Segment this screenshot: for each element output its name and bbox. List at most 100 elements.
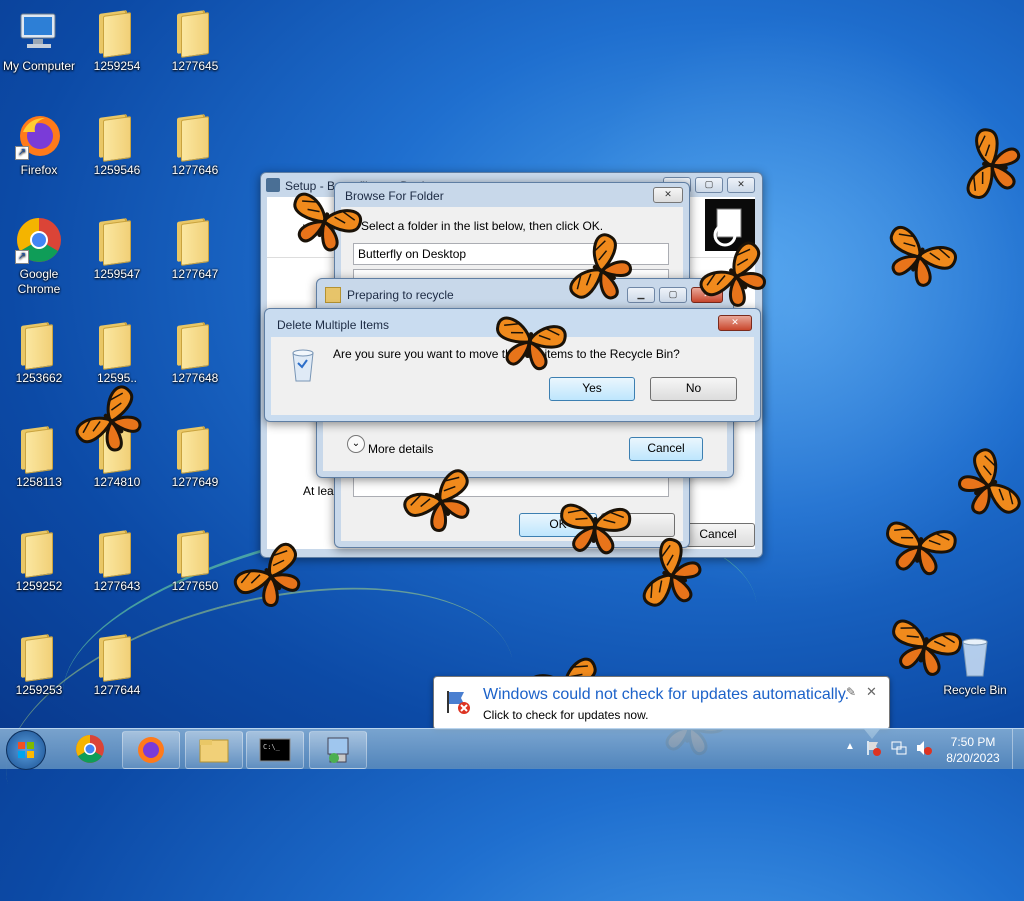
firefox-icon [138,737,164,763]
folder-icon [171,216,219,266]
folder-desktop-icon[interactable]: 1277649 [157,424,233,490]
computer-icon [15,8,63,56]
setup-cancel-button[interactable]: Cancel [681,523,755,547]
settings-wrench-icon[interactable]: ✎ [846,685,856,699]
update-notification-balloon[interactable]: Windows could not check for updates auto… [433,676,890,739]
folder-desktop-icon[interactable]: 1253662 [1,320,77,386]
butterfly-icon [948,445,1024,530]
more-details-link[interactable]: More details [368,442,433,456]
taskbar-setup-button[interactable] [309,731,367,769]
setup-app-icon [266,178,280,192]
instruction-text: Select a folder in the list below, then … [361,219,604,233]
notification-subtitle[interactable]: Click to check for updates now. [483,708,648,722]
close-button[interactable]: ✕ [691,287,723,303]
taskbar-explorer-button[interactable] [185,731,243,769]
folder-icon [15,320,63,370]
folder-icon [15,528,63,578]
desktop-icon-label: 12595.. [96,371,138,385]
show-desktop-button[interactable] [1012,729,1024,769]
desktop-icon-label: 1259253 [15,683,63,697]
folder-desktop-icon[interactable]: 1258113 [1,424,77,490]
desktop-icon-label: 1277648 [171,371,219,385]
folder-desktop-icon[interactable]: 1277645 [157,8,233,74]
folder-name-field[interactable] [353,477,669,497]
google-chrome-desktop-icon[interactable]: ↗ Google Chrome [1,216,77,297]
chrome-icon [76,735,104,763]
chrome-icon: ↗ [15,216,63,264]
close-button[interactable]: ✕ [718,315,752,331]
desktop-icon-label: Recycle Bin [943,683,1007,697]
recycle-cancel-button[interactable]: Cancel [629,437,703,461]
folder-desktop-icon[interactable]: 1274810 [79,424,155,490]
folder-desktop-icon[interactable]: 1259254 [79,8,155,74]
desktop-icon-label: 1259546 [93,163,141,177]
chevron-down-icon[interactable]: ⌄ [347,435,365,453]
browse-cancel-button[interactable] [601,513,675,537]
system-clock[interactable]: 7:50 PM 8/20/2023 [940,734,1006,766]
recycle-window-icon [325,287,341,303]
desktop-icon-label: 1259254 [93,59,141,73]
folder-desktop-icon[interactable]: 1259253 [1,632,77,698]
recycle-bin-desktop-icon[interactable]: Recycle Bin [937,632,1013,698]
delete-multiple-items-dialog[interactable]: Delete Multiple Items ✕ Are you sure you… [264,308,761,422]
maximize-button[interactable]: ▢ [695,177,723,193]
clock-date: 8/20/2023 [946,751,1000,765]
recycle-bin-icon [289,347,317,383]
taskbar-cmd-button[interactable]: C:\_ [246,731,304,769]
desktop-icon-label: 1258113 [16,475,62,489]
taskbar-firefox-button[interactable] [122,731,180,769]
my-computer-desktop-icon[interactable]: My Computer [1,8,77,74]
close-button[interactable]: ✕ [653,187,683,203]
desktop-icon-label: 1277646 [171,163,219,177]
taskbar: C:\_ ▲ 7:50 PM 8/20/2023 [0,728,1024,770]
minimize-button[interactable]: ▁ [627,287,655,303]
butterfly-icon [880,520,959,579]
no-button[interactable]: No [650,377,737,401]
folder-desktop-icon[interactable]: 1277644 [79,632,155,698]
folder-desktop-icon[interactable]: 12595.. [79,320,155,386]
folder-desktop-icon[interactable]: 1277648 [157,320,233,386]
desktop-icon-label: 1277650 [171,579,219,593]
butterfly-icon [876,223,960,296]
close-button[interactable]: ✕ [727,177,755,193]
folder-icon [93,8,141,58]
folder-icon [171,528,219,578]
action-center-error-icon[interactable] [866,740,882,756]
start-button[interactable] [6,730,46,770]
folder-desktop-icon[interactable]: 1277646 [157,112,233,178]
dialog-title: Delete Multiple Items [277,318,390,332]
volume-muted-icon[interactable] [915,740,933,756]
clock-time: 7:50 PM [950,735,996,749]
folder-path-field[interactable]: Butterfly on Desktop [353,243,669,265]
network-icon[interactable] [891,740,907,756]
folder-desktop-icon[interactable]: 1259546 [79,112,155,178]
folder-icon [171,424,219,474]
folder-icon [93,424,141,474]
show-hidden-icons-button[interactable]: ▲ [845,741,855,752]
desktop-icon-label: 1259547 [93,267,141,281]
setup-logo-icon [705,199,755,251]
folder-desktop-icon[interactable]: 1259252 [1,528,77,594]
yes-button[interactable]: Yes [549,377,635,401]
recycle-bin-icon [951,632,999,680]
folder-icon [15,424,63,474]
folder-desktop-icon[interactable]: 1277643 [79,528,155,594]
folder-desktop-icon[interactable]: 1277650 [157,528,233,594]
folder-icon [199,739,229,763]
firefox-desktop-icon[interactable]: ↗ Firefox [1,112,77,178]
maximize-button[interactable]: ▢ [659,287,687,303]
folder-desktop-icon[interactable]: 1277647 [157,216,233,282]
svg-text:C:\_: C:\_ [263,743,281,751]
close-icon[interactable]: ✕ [866,684,877,700]
windows-update-flag-icon [446,689,472,715]
firefox-icon: ↗ [15,112,63,160]
desktop-icon-label: 1259252 [15,579,63,593]
window-title: Browse For Folder [345,189,444,203]
ok-button[interactable]: OK [519,513,597,537]
terminal-icon: C:\_ [259,738,291,762]
desktop-icon-label: 1277649 [171,475,219,489]
folder-desktop-icon[interactable]: 1259547 [79,216,155,282]
taskbar-chrome-button[interactable] [62,731,118,767]
folder-icon [93,112,141,162]
window-title: Preparing to recycle [347,288,454,302]
